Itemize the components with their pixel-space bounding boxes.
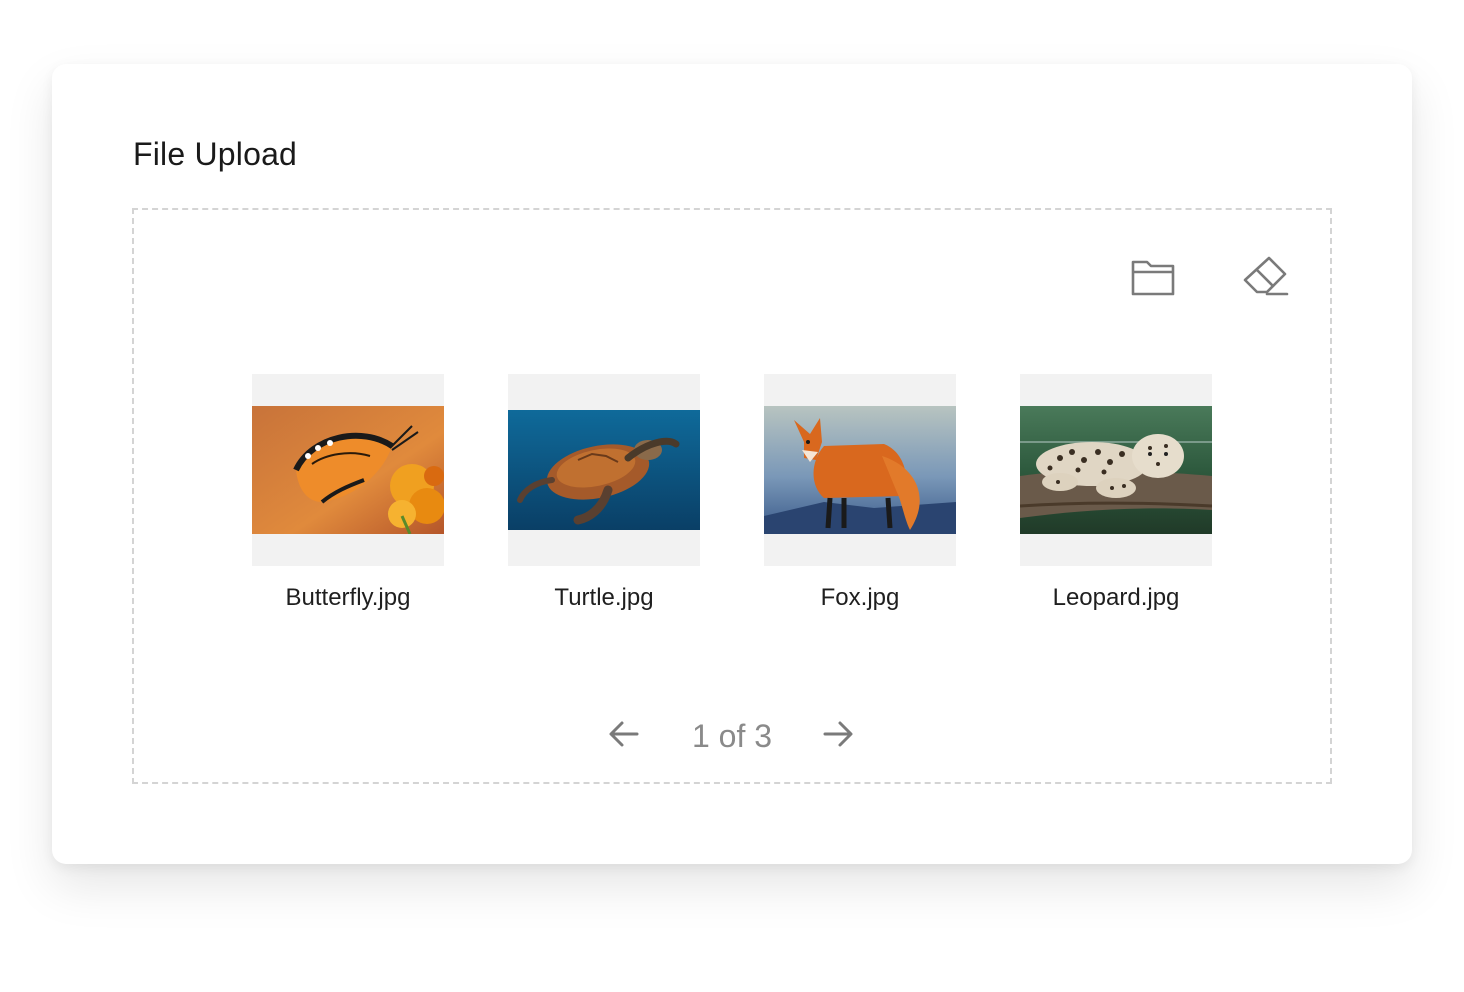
next-page-button[interactable] bbox=[820, 718, 856, 754]
previous-page-button[interactable] bbox=[606, 718, 642, 754]
file-name: Butterfly.jpg bbox=[285, 584, 411, 611]
leopard-image bbox=[1020, 406, 1212, 534]
file-thumbnail[interactable] bbox=[764, 374, 956, 566]
drop-zone[interactable]: Butterfly.jpg Turtle.jpg Fox.jpg Leopard… bbox=[132, 208, 1332, 784]
arrow-right-icon bbox=[822, 720, 854, 753]
arrow-left-icon bbox=[608, 720, 640, 753]
pagination: 1 of 3 bbox=[604, 710, 860, 762]
browse-files-button[interactable] bbox=[1124, 250, 1184, 304]
clear-files-button[interactable] bbox=[1234, 250, 1294, 304]
file-thumbnail[interactable] bbox=[508, 374, 700, 566]
eraser-icon bbox=[1239, 254, 1289, 300]
turtle-image bbox=[508, 410, 700, 530]
file-name: Fox.jpg bbox=[820, 584, 900, 611]
butterfly-image bbox=[252, 406, 444, 534]
file-name: Turtle.jpg bbox=[554, 584, 654, 611]
file-thumbnail[interactable] bbox=[252, 374, 444, 566]
page-indicator: 1 of 3 bbox=[691, 718, 773, 754]
folder-open-icon bbox=[1130, 256, 1178, 298]
file-thumbnail[interactable] bbox=[1020, 374, 1212, 566]
panel-title: File Upload bbox=[133, 136, 298, 172]
file-upload-card: File Upload Butterfly.jpg Turtle.jpg Fox… bbox=[52, 64, 1412, 864]
fox-image bbox=[764, 406, 956, 534]
file-name: Leopard.jpg bbox=[1052, 584, 1180, 611]
